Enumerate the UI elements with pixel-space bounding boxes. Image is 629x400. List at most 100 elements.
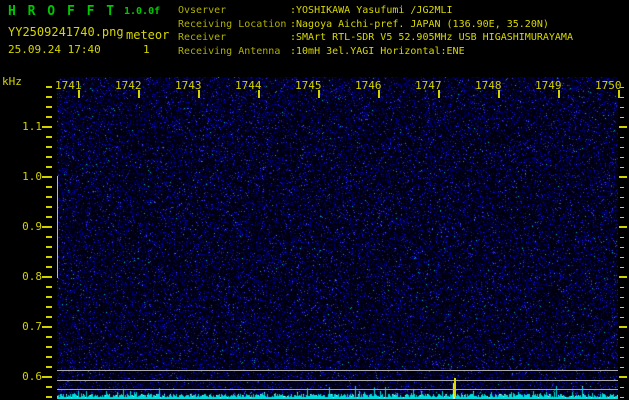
freq-tick-minor [46,286,52,288]
station-info-value: :10mH 3el.YAGI Horizontal:ENE [290,45,465,59]
freq-tick-minor [46,356,52,358]
right-tick-minor [620,297,624,298]
right-tick-minor [620,97,624,98]
station-info-label: Receiving Antenna [178,45,290,59]
right-tick-minor [620,207,624,208]
right-tick-minor [620,347,624,348]
right-tick-minor [620,147,624,148]
datetime-label: 25.09.24 17:40 [8,43,101,56]
echo-spike-mark [454,378,456,397]
freq-tick-minor [46,166,52,168]
right-tick-major [619,376,627,378]
freq-tick-minor [46,306,52,308]
station-info-label: Receiving Location [178,18,290,32]
freq-tick-minor [46,366,52,368]
freq-tick-minor [46,116,52,118]
station-info-label: Ovserver [178,4,290,18]
freq-tick-minor [46,106,52,108]
station-info-row: Receiving Antenna:10mH 3el.YAGI Horizont… [178,45,573,59]
station-info-block: Ovserver:YOSHIKAWA Yasufumi /JG2MLI Recei… [178,4,573,58]
freq-tick-major [42,176,52,178]
right-tick-minor [620,267,624,268]
app-version: 1.0.0f [124,6,160,17]
right-tick-minor [620,247,624,248]
station-info-value: :YOSHIKAWA Yasufumi /JG2MLI [290,4,453,18]
long-echo-line [57,176,58,278]
app-title: H R O F F T [8,4,116,19]
right-tick-major [619,326,627,328]
freq-axis-unit: kHz [2,75,22,88]
freq-tick-minor [46,336,52,338]
freq-tick-minor [46,236,52,238]
time-tick [318,90,320,98]
right-tick-minor [620,217,624,218]
spectrogram-canvas [57,77,618,399]
station-info-row: Ovserver:YOSHIKAWA Yasufumi /JG2MLI [178,4,573,18]
channel-number: 1 [143,43,150,56]
right-tick-minor [620,197,624,198]
time-tick [78,90,80,98]
right-tick-minor [620,307,624,308]
freq-tick-major [42,226,52,228]
right-tick-minor [620,287,624,288]
time-tick [558,90,560,98]
freq-tick-major [42,126,52,128]
freq-tick-minor [46,216,52,218]
freq-label: 1.0 [6,170,42,183]
output-filename: YY2509241740.png [8,25,124,39]
freq-tick-minor [46,266,52,268]
right-tick-minor [620,237,624,238]
reference-line [57,389,618,390]
right-tick-minor [620,357,624,358]
freq-label: 0.8 [6,270,42,283]
freq-tick-minor [46,206,52,208]
time-tick [258,90,260,98]
freq-tick-minor [46,346,52,348]
freq-tick-major [42,326,52,328]
time-tick [498,90,500,98]
right-tick-minor [620,167,624,168]
freq-tick-minor [46,146,52,148]
reference-line [57,380,618,381]
freq-tick-minor [46,96,52,98]
freq-tick-major [42,376,52,378]
right-tick-minor [620,387,624,388]
right-tick-minor [620,317,624,318]
time-tick [138,90,140,98]
right-tick-minor [620,137,624,138]
reference-line [57,370,618,371]
freq-label: 0.7 [6,320,42,333]
freq-label: 0.9 [6,220,42,233]
station-info-row: Receiver:SMArt RTL-SDR V5 52.905MHz USB … [178,31,573,45]
freq-tick-minor [46,386,52,388]
right-tick-minor [620,257,624,258]
freq-label: 1.1 [6,120,42,133]
right-tick-minor [620,397,624,398]
right-tick-minor [620,107,624,108]
time-tick [378,90,380,98]
station-info-row: Receiving Location:Nagoya Aichi-pref. JA… [178,18,573,32]
right-tick-minor [620,87,624,88]
freq-label: 0.6 [6,370,42,383]
freq-tick-minor [46,316,52,318]
freq-tick-minor [46,136,52,138]
freq-tick-minor [46,296,52,298]
hrofft-screen: H R O F F T 1.0.0f YY2509241740.png mete… [0,0,629,400]
right-tick-minor [620,337,624,338]
time-tick [438,90,440,98]
freq-tick-minor [46,86,52,88]
right-tick-minor [620,187,624,188]
right-tick-major [619,126,627,128]
time-tick [198,90,200,98]
right-tick-minor [620,117,624,118]
right-tick-major [619,176,627,178]
right-tick-minor [620,367,624,368]
station-info-label: Receiver [178,31,290,45]
right-tick-minor [620,157,624,158]
freq-tick-minor [46,196,52,198]
freq-tick-minor [46,156,52,158]
mode-label: meteor [126,28,169,42]
station-info-value: :Nagoya Aichi-pref. JAPAN (136.90E, 35.2… [290,18,549,32]
freq-tick-minor [46,396,52,398]
freq-tick-minor [46,186,52,188]
